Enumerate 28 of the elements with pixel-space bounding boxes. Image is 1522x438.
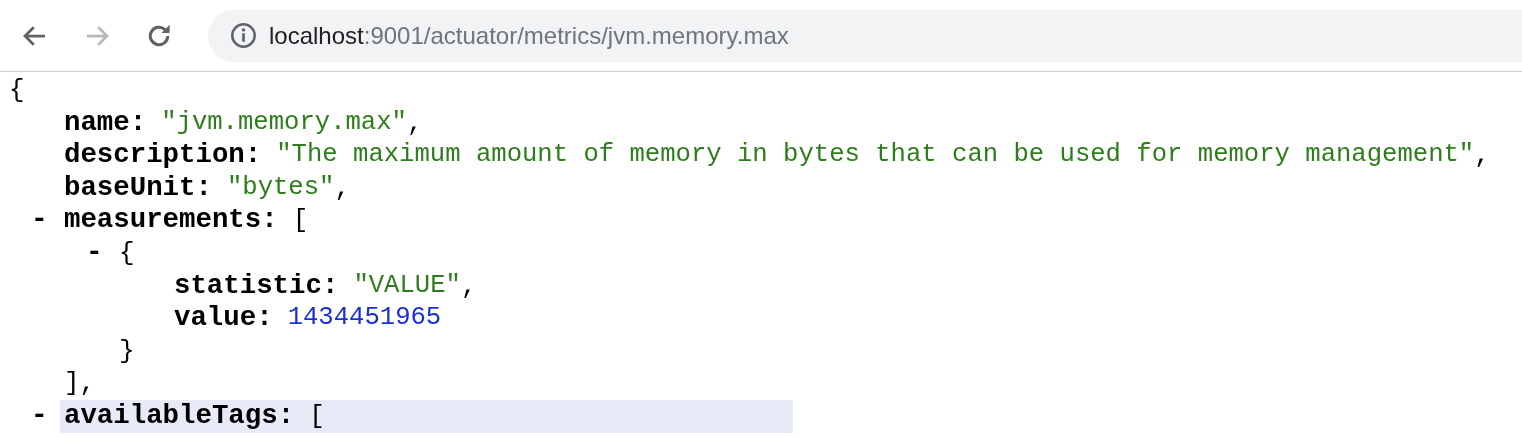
open-bracket: [ [292, 204, 309, 237]
collapse-toggle[interactable]: - [31, 204, 64, 237]
comma: , [334, 171, 351, 205]
info-icon[interactable] [230, 22, 257, 49]
json-key: baseUnit: [64, 171, 212, 205]
json-key: value: [174, 302, 273, 335]
comma: , [406, 106, 423, 140]
comma: , [460, 269, 477, 303]
json-key: description: [64, 139, 262, 172]
string-value: "jvm.memory.max" [161, 106, 407, 139]
collapse-toggle[interactable]: - [31, 399, 64, 433]
open-bracket: [ [309, 399, 325, 433]
close-bracket: } [119, 334, 135, 368]
string-value: "The maximum amount of memory in bytes that can be used for memory management" [276, 139, 1475, 172]
json-key: name: [64, 106, 147, 140]
json-key: availableTags: [64, 399, 295, 433]
url-text: localhost:9001/actuator/metrics/jvm.memory.max [269, 21, 789, 50]
open-bracket: { [9, 74, 25, 107]
string-value: "VALUE" [353, 269, 461, 302]
address-bar[interactable]: localhost:9001/actuator/metrics/jvm.memory.max [208, 9, 1522, 62]
comma: , [1474, 139, 1490, 172]
open-bracket: { [119, 236, 135, 270]
json-key: statistic: [174, 269, 339, 303]
string-value: "bytes" [226, 171, 335, 204]
json-key: measurements: [64, 204, 278, 237]
number-value: 1434451965 [287, 302, 442, 335]
close-bracket: ], [64, 367, 96, 400]
collapse-toggle[interactable]: - [86, 236, 119, 270]
